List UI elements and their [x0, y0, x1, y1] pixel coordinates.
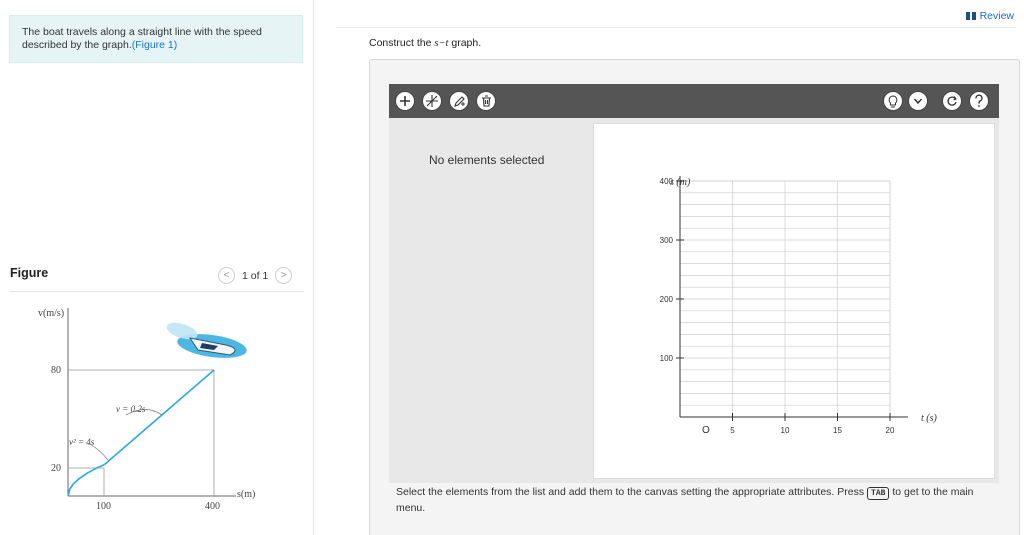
question-prompt: Construct the s−t graph.: [369, 37, 482, 49]
tool-instructions: Select the elements from the list and ad…: [396, 486, 974, 514]
line-v-linear: [103, 369, 215, 466]
pencil-icon: [453, 95, 465, 107]
chevron-down-icon: [913, 98, 923, 105]
graph-canvas[interactable]: 100 200 300 400 5 10 15 20 s (m) t (s) O: [593, 123, 995, 479]
boat-illustration: [166, 322, 247, 358]
selection-status: No elements selected: [429, 153, 545, 167]
reset-button[interactable]: [942, 91, 962, 111]
fig-xtick-100: 100: [96, 501, 111, 512]
graph-axes: 1002003004005 10 15 20: [660, 176, 908, 435]
fig-xtick-400: 400: [205, 501, 220, 512]
question-mark-icon: [975, 94, 983, 107]
tool-workspace: No elements selected 100 200 300 400 5 10 15 20…: [389, 118, 999, 483]
x-tick-label: 15: [833, 426, 842, 435]
review-link[interactable]: Review: [965, 10, 1014, 22]
velocity-position-chart: v(m/s) s(m) 80 20 100 400 v = 0.2s v² = …: [38, 308, 255, 512]
fig-annotation-squared: v² = 4s: [69, 437, 95, 447]
figure-heading: Figure: [10, 266, 49, 280]
canvas-ylabel: s (m): [670, 177, 691, 188]
s-t-graph[interactable]: 1002003004005 10 15 20 s (m) t (s) O: [594, 124, 994, 478]
fig-ytick-20: 20: [51, 463, 61, 474]
y-tick-label: 300: [660, 236, 674, 245]
graphing-tool: No elements selected 100 200 300 400 5 10 15 20…: [369, 59, 1020, 535]
hint-button[interactable]: [883, 91, 903, 111]
refresh-icon: [947, 96, 957, 106]
y-tick-label: 100: [660, 354, 674, 363]
x-tick-label: 20: [886, 426, 895, 435]
edit-tool-button[interactable]: [449, 91, 469, 111]
review-label: Review: [979, 10, 1014, 22]
fig-ylabel: v(m/s): [38, 308, 64, 319]
plus-icon: [400, 96, 410, 106]
add-element-button[interactable]: [395, 91, 415, 111]
next-figure-button[interactable]: >: [275, 267, 293, 284]
pager-text: 1 of 1: [242, 269, 269, 282]
x-tick-label: 10: [781, 426, 790, 435]
fig-xlabel: s(m): [237, 489, 255, 500]
figure-pager: < 1 of 1 >: [218, 267, 293, 284]
figure-divider: [10, 291, 304, 292]
tool-toolbar: [389, 84, 999, 118]
lightbulb-icon: [888, 94, 898, 107]
review-icon: [965, 12, 976, 20]
canvas-xlabel: t (s): [921, 413, 938, 424]
prev-figure-button[interactable]: <: [218, 267, 235, 284]
y-tick-label: 200: [660, 295, 674, 304]
trash-icon: [481, 95, 491, 107]
axis-tool-button[interactable]: [422, 91, 442, 111]
graph-grid: [680, 180, 891, 417]
problem-panel: The boat travels along a straight line w…: [0, 0, 314, 535]
delete-button[interactable]: [476, 91, 496, 111]
canvas-origin-label: O: [702, 425, 710, 436]
more-options-button[interactable]: [908, 91, 928, 111]
help-button[interactable]: [969, 91, 989, 111]
curve-v-squared: [67, 463, 105, 497]
fig-ytick-80: 80: [51, 365, 61, 376]
axes-cross-icon: [426, 95, 438, 107]
tab-key-badge: TAB: [867, 487, 890, 500]
figure-link[interactable]: (Figure 1): [132, 39, 178, 51]
header-divider: [336, 27, 1016, 28]
problem-statement: The boat travels along a straight line w…: [9, 15, 303, 63]
fig-annotation-linear: v = 0.2s: [116, 404, 146, 414]
x-tick-label: 5: [730, 426, 735, 435]
